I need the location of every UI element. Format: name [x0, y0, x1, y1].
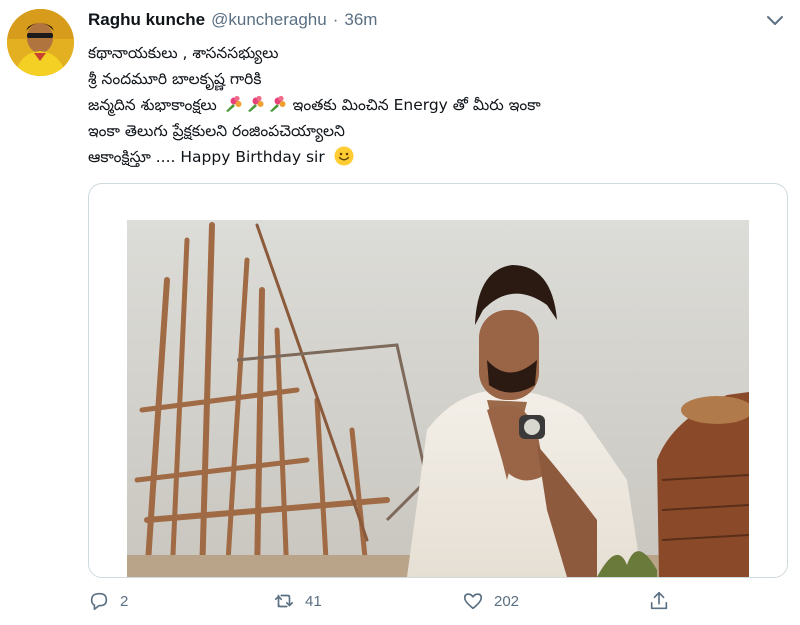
bouquet-icon — [225, 95, 242, 112]
like-count: 202 — [494, 592, 520, 610]
tweet-line-2: శ్రీ నందమూరి బాలకృష్ణ గారికి — [88, 70, 262, 88]
author-handle[interactable]: @kuncheraghu — [211, 10, 327, 30]
tweet-photo[interactable] — [127, 220, 749, 577]
share-icon — [650, 591, 668, 610]
retweet-icon — [274, 594, 294, 608]
reply-icon — [90, 592, 108, 611]
tweet-line-3: జన్మదిన శుభాకాంక్షలు ఇంతకు మించిన Energy… — [88, 92, 788, 118]
author-name[interactable]: Raghu kunche — [88, 10, 205, 30]
like-button[interactable]: 202 — [462, 590, 519, 612]
share-button[interactable] — [648, 590, 670, 612]
retweet-button[interactable]: 41 — [273, 590, 322, 612]
chevron-down-icon[interactable] — [764, 12, 786, 30]
smiley-icon — [334, 146, 354, 166]
heart-icon — [463, 593, 483, 610]
tweet-text: కథానాయకులు , శాసనసభ్యులు శ్రీ నందమూరి బా… — [88, 40, 788, 170]
timestamp[interactable]: 36m — [344, 10, 377, 30]
tweet-line-1: కథానాయకులు , శాసనసభ్యులు — [88, 44, 279, 62]
avatar-image — [7, 9, 74, 76]
tweet-actions: 2 41 202 — [88, 590, 788, 618]
tweet-line-3-start: జన్మదిన శుభాకాంక్షలు — [88, 96, 217, 114]
reply-count: 2 — [120, 592, 129, 610]
tweet-line-4: ఇంకా తెలుగు ప్రేక్షకులని రంజింపచెయ్యాలని — [88, 122, 345, 140]
tweet-header: Raghu kunche @kuncheraghu · 36m — [88, 10, 377, 34]
author-avatar[interactable] — [7, 9, 74, 76]
separator-dot: · — [332, 10, 339, 29]
tweet-line-5: ఆకాంక్షిస్తూ .... Happy Birthday sir — [88, 144, 788, 170]
reply-button[interactable]: 2 — [88, 590, 128, 612]
retweet-count: 41 — [305, 592, 322, 610]
tweet-line-5-text: ఆకాంక్షిస్తూ .... Happy Birthday sir — [88, 148, 325, 166]
bouquet-icon — [247, 95, 264, 112]
bouquet-icon — [269, 95, 286, 112]
tweet-line-3-end: ఇంతకు మించిన Energy తో మీరు ఇంకా — [292, 96, 541, 114]
media-card[interactable] — [88, 183, 788, 578]
